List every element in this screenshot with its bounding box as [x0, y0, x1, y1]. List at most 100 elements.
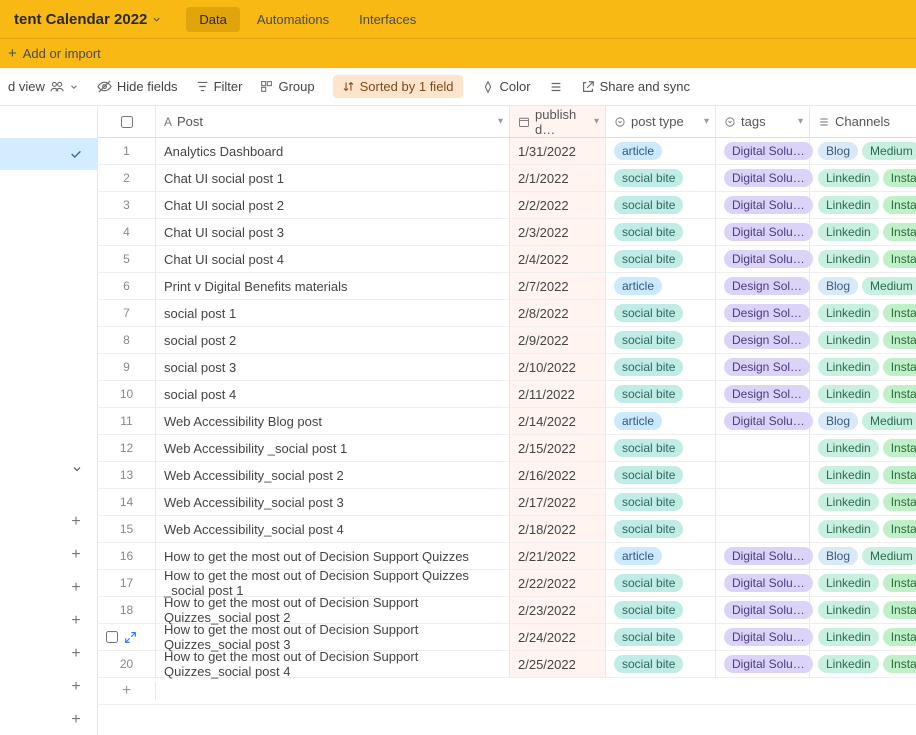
- filter[interactable]: Filter: [196, 79, 243, 94]
- cell-type[interactable]: social bite: [606, 570, 716, 596]
- tab-data[interactable]: Data: [186, 7, 239, 32]
- row-number[interactable]: 17: [98, 570, 156, 596]
- sidebar-add-5[interactable]: +: [65, 643, 87, 665]
- cell-channels[interactable]: BlogMedium: [810, 273, 916, 299]
- cell-type[interactable]: social bite: [606, 165, 716, 191]
- row-number[interactable]: 7: [98, 300, 156, 326]
- cell-type[interactable]: social bite: [606, 381, 716, 407]
- cell-date[interactable]: 1/31/2022: [510, 138, 606, 164]
- base-title[interactable]: tent Calendar 2022: [8, 11, 168, 28]
- header-channels[interactable]: Channels: [810, 106, 916, 137]
- cell-type[interactable]: social bite: [606, 300, 716, 326]
- expand-icon[interactable]: [124, 631, 137, 644]
- cell-tags[interactable]: Digital Solu…: [716, 246, 810, 272]
- cell-type[interactable]: social bite: [606, 354, 716, 380]
- cell-tags[interactable]: Design Sol…: [716, 273, 810, 299]
- row-number[interactable]: 11: [98, 408, 156, 434]
- cell-tags[interactable]: [716, 516, 810, 542]
- cell-post[interactable]: social post 1: [156, 300, 510, 326]
- add-row[interactable]: +: [98, 678, 916, 705]
- cell-post[interactable]: How to get the most out of Decision Supp…: [156, 597, 510, 623]
- cell-channels[interactable]: LinkedinInstagr: [810, 327, 916, 353]
- sidebar-section-toggle[interactable]: [0, 450, 97, 482]
- cell-type[interactable]: article: [606, 543, 716, 569]
- cell-post[interactable]: Print v Digital Benefits materials: [156, 273, 510, 299]
- row-number[interactable]: 5: [98, 246, 156, 272]
- cell-tags[interactable]: Digital Solu…: [716, 570, 810, 596]
- row-number[interactable]: 16: [98, 543, 156, 569]
- cell-tags[interactable]: Design Sol…: [716, 300, 810, 326]
- header-publish-date[interactable]: publish d… ▾: [510, 106, 606, 137]
- cell-channels[interactable]: LinkedinInstagr: [810, 300, 916, 326]
- row-number[interactable]: 10: [98, 381, 156, 407]
- cell-tags[interactable]: Digital Solu…: [716, 192, 810, 218]
- cell-tags[interactable]: [716, 435, 810, 461]
- table-row[interactable]: 10 social post 4 2/11/2022 social bite D…: [98, 381, 916, 408]
- cell-type[interactable]: social bite: [606, 597, 716, 623]
- cell-date[interactable]: 2/14/2022: [510, 408, 606, 434]
- cell-tags[interactable]: [716, 462, 810, 488]
- table-row[interactable]: 5 Chat UI social post 4 2/4/2022 social …: [98, 246, 916, 273]
- cell-tags[interactable]: Digital Solu…: [716, 651, 810, 677]
- table-row[interactable]: 17 How to get the most out of Decision S…: [98, 570, 916, 597]
- table-row[interactable]: 6 Print v Digital Benefits materials 2/7…: [98, 273, 916, 300]
- cell-type[interactable]: social bite: [606, 246, 716, 272]
- sidebar-add-3[interactable]: +: [65, 577, 87, 599]
- row-number[interactable]: 4: [98, 219, 156, 245]
- row-checkbox[interactable]: [106, 631, 118, 643]
- cell-post[interactable]: How to get the most out of Decision Supp…: [156, 624, 510, 650]
- cell-date[interactable]: 2/8/2022: [510, 300, 606, 326]
- cell-type[interactable]: social bite: [606, 651, 716, 677]
- cell-post[interactable]: social post 4: [156, 381, 510, 407]
- row-number[interactable]: 15: [98, 516, 156, 542]
- cell-channels[interactable]: LinkedinInstagr: [810, 489, 916, 515]
- sidebar-add-4[interactable]: +: [65, 610, 87, 632]
- sidebar-add-6[interactable]: +: [65, 676, 87, 698]
- cell-tags[interactable]: Design Sol…: [716, 354, 810, 380]
- cell-channels[interactable]: LinkedinInstagr: [810, 651, 916, 677]
- row-number[interactable]: 6: [98, 273, 156, 299]
- cell-channels[interactable]: LinkedinInstagr: [810, 246, 916, 272]
- table-row[interactable]: 13 Web Accessibility_social post 2 2/16/…: [98, 462, 916, 489]
- cell-date[interactable]: 2/9/2022: [510, 327, 606, 353]
- cell-tags[interactable]: Design Sol…: [716, 381, 810, 407]
- cell-channels[interactable]: LinkedinInstagr: [810, 597, 916, 623]
- cell-date[interactable]: 2/24/2022: [510, 624, 606, 650]
- cell-date[interactable]: 2/25/2022: [510, 651, 606, 677]
- cell-channels[interactable]: BlogMedium: [810, 138, 916, 164]
- cell-date[interactable]: 2/2/2022: [510, 192, 606, 218]
- cell-post[interactable]: Web Accessibility_social post 2: [156, 462, 510, 488]
- cell-type[interactable]: social bite: [606, 516, 716, 542]
- row-number[interactable]: [98, 624, 156, 650]
- cell-tags[interactable]: Digital Solu…: [716, 138, 810, 164]
- cell-channels[interactable]: LinkedinInstagr: [810, 165, 916, 191]
- row-number[interactable]: 13: [98, 462, 156, 488]
- table-row[interactable]: 2 Chat UI social post 1 2/1/2022 social …: [98, 165, 916, 192]
- cell-post[interactable]: How to get the most out of Decision Supp…: [156, 570, 510, 596]
- cell-type[interactable]: social bite: [606, 192, 716, 218]
- cell-channels[interactable]: LinkedinInstagr: [810, 435, 916, 461]
- cell-tags[interactable]: Digital Solu…: [716, 597, 810, 623]
- chevron-down-icon[interactable]: ▾: [798, 116, 803, 127]
- cell-channels[interactable]: LinkedinInstagr: [810, 462, 916, 488]
- cell-date[interactable]: 2/10/2022: [510, 354, 606, 380]
- header-post-type[interactable]: post type ▾: [606, 106, 716, 137]
- tab-automations[interactable]: Automations: [244, 7, 342, 32]
- cell-post[interactable]: Web Accessibility_social post 3: [156, 489, 510, 515]
- cell-post[interactable]: Web Accessibility Blog post: [156, 408, 510, 434]
- cell-type[interactable]: article: [606, 273, 716, 299]
- cell-date[interactable]: 2/17/2022: [510, 489, 606, 515]
- cell-date[interactable]: 2/18/2022: [510, 516, 606, 542]
- cell-tags[interactable]: Digital Solu…: [716, 624, 810, 650]
- cell-tags[interactable]: Digital Solu…: [716, 219, 810, 245]
- table-row[interactable]: 12 Web Accessibility _social post 1 2/15…: [98, 435, 916, 462]
- table-row[interactable]: 7 social post 1 2/8/2022 social bite Des…: [98, 300, 916, 327]
- sort[interactable]: Sorted by 1 field: [333, 75, 463, 98]
- table-row[interactable]: 18 How to get the most out of Decision S…: [98, 597, 916, 624]
- cell-date[interactable]: 2/21/2022: [510, 543, 606, 569]
- cell-date[interactable]: 2/1/2022: [510, 165, 606, 191]
- cell-type[interactable]: social bite: [606, 435, 716, 461]
- cell-post[interactable]: Chat UI social post 4: [156, 246, 510, 272]
- table-row[interactable]: 15 Web Accessibility_social post 4 2/18/…: [98, 516, 916, 543]
- header-post[interactable]: A Post ▾: [156, 106, 510, 137]
